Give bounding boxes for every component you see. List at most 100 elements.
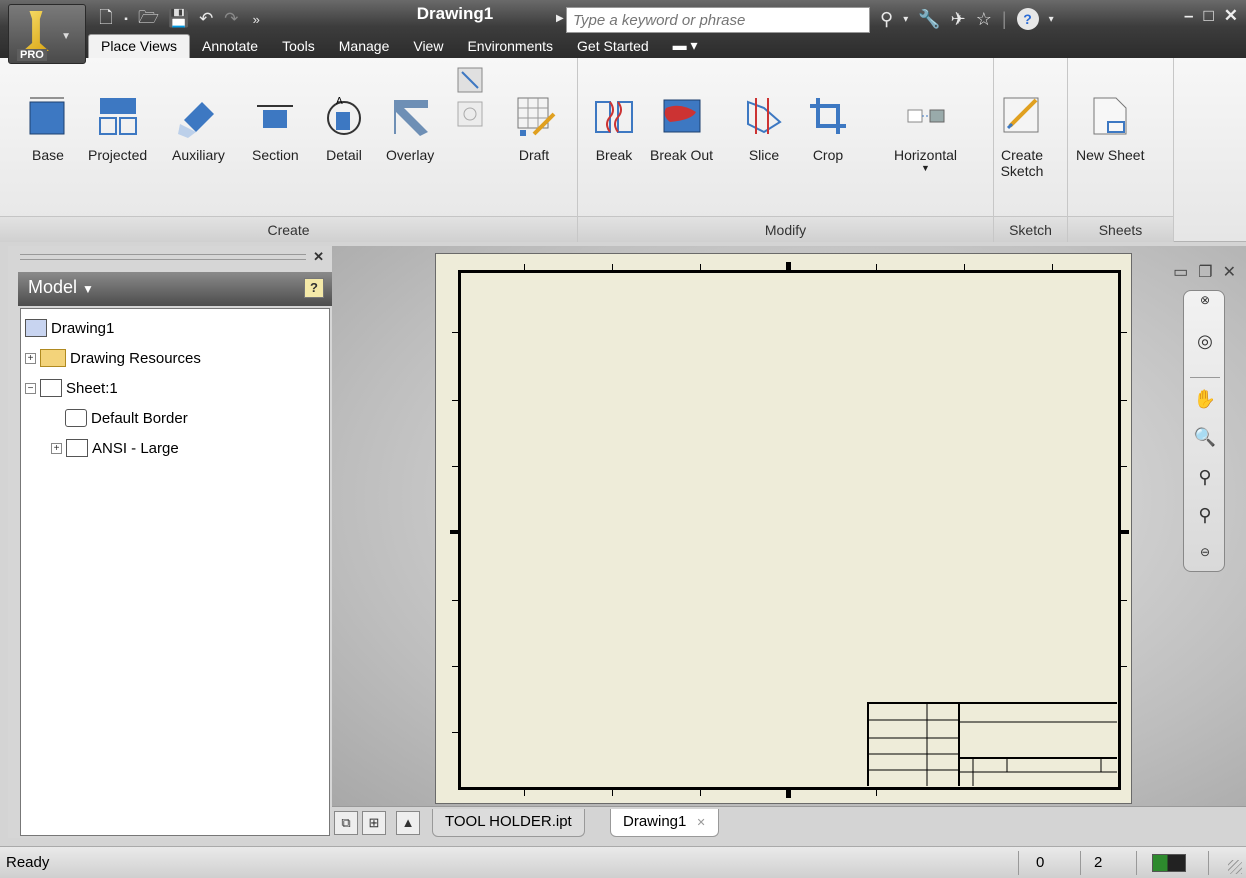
zone-tick bbox=[452, 400, 458, 401]
auxiliary-view-button[interactable]: Auxiliary bbox=[172, 94, 225, 163]
new-icon[interactable]: 🗋 bbox=[98, 5, 114, 34]
document-title: Drawing1 bbox=[416, 4, 494, 23]
wrench-icon[interactable]: 🔧 bbox=[918, 9, 940, 30]
tab-get-started[interactable]: Get Started bbox=[565, 35, 661, 58]
zone-tick bbox=[1052, 264, 1053, 270]
expand-icon[interactable]: + bbox=[25, 352, 36, 364]
slice-button[interactable]: Slice bbox=[742, 94, 786, 163]
tree-node-default-border[interactable]: Default Border bbox=[21, 403, 329, 433]
status-occurrences: 0 bbox=[1036, 854, 1045, 871]
collapse-icon[interactable]: − bbox=[25, 382, 36, 394]
browser-header[interactable]: Model ▼ ? bbox=[18, 272, 332, 306]
new-sheet-button[interactable]: New Sheet bbox=[1076, 94, 1144, 163]
tab-manage[interactable]: Manage bbox=[327, 35, 402, 58]
navbar-options-icon[interactable]: ⊖ bbox=[1192, 545, 1218, 559]
restore-view-icon[interactable]: ❐ bbox=[1198, 262, 1212, 282]
tab-view[interactable]: View bbox=[401, 35, 455, 58]
search-input[interactable] bbox=[566, 7, 870, 33]
pan-hand-icon[interactable]: ✋ bbox=[1192, 389, 1218, 410]
minimize-view-icon[interactable]: ▭ bbox=[1173, 262, 1188, 282]
binoculars-icon[interactable]: ⚲ bbox=[880, 9, 893, 30]
status-text: Ready bbox=[6, 854, 50, 871]
doc-tab-drawing1[interactable]: Drawing1 ✕ bbox=[610, 809, 719, 837]
tree-node-label: Default Border bbox=[91, 409, 188, 427]
modify-panel: Break Break Out Slice Crop Horizontal ▼ … bbox=[578, 58, 994, 242]
zoom-all-icon[interactable]: ⚲ bbox=[1192, 467, 1218, 488]
save-icon[interactable]: 💾 bbox=[168, 9, 189, 29]
dropdown-arrow-icon[interactable]: ▪ bbox=[123, 14, 129, 25]
redo-icon[interactable]: ↷ bbox=[223, 9, 239, 29]
projected-view-icon bbox=[98, 98, 137, 135]
zone-tick bbox=[452, 332, 458, 333]
browser-drag-handle[interactable] bbox=[20, 254, 306, 260]
draft-button[interactable]: Draft bbox=[512, 94, 556, 163]
close-icon[interactable]: ✕ bbox=[1224, 6, 1238, 26]
search-expand-icon[interactable]: ▶ bbox=[556, 13, 564, 24]
tab-tools[interactable]: Tools bbox=[270, 35, 327, 58]
zone-tick bbox=[700, 264, 701, 270]
browser-close-icon[interactable]: ✕ bbox=[313, 249, 324, 265]
info-center: ⚲ ▾ 🔧 ✈ ☆ | ? ▾ bbox=[880, 6, 1054, 32]
detail-view-icon: A bbox=[327, 96, 361, 135]
cascade-windows-icon[interactable]: ⧉ bbox=[334, 811, 358, 835]
tree-node-drawing-resources[interactable]: + Drawing Resources bbox=[21, 343, 329, 373]
zoom-icon[interactable]: 🔍 bbox=[1192, 427, 1218, 448]
tile-windows-icon[interactable]: ⊞ bbox=[362, 811, 386, 835]
zone-tick bbox=[876, 790, 877, 796]
browser-help-icon[interactable]: ? bbox=[304, 278, 324, 298]
zone-tick bbox=[524, 264, 525, 270]
browser-title: Model bbox=[28, 277, 78, 297]
svg-text:A: A bbox=[336, 96, 343, 107]
inventor-logo-icon bbox=[23, 11, 49, 51]
graphics-window[interactable] bbox=[332, 246, 1246, 806]
tab-environments[interactable]: Environments bbox=[455, 35, 565, 58]
expand-icon[interactable]: + bbox=[51, 442, 62, 454]
dropdown-arrow-icon[interactable]: ▾ bbox=[903, 14, 908, 25]
undo-icon[interactable]: ↶ bbox=[198, 9, 214, 29]
zone-tick bbox=[1121, 666, 1127, 667]
zone-tick bbox=[612, 264, 613, 270]
tab-list-up-icon[interactable]: ▲ bbox=[396, 811, 420, 835]
new-sheet-icon bbox=[1093, 97, 1127, 135]
steering-wheel-2d-icon[interactable]: ◎ bbox=[1192, 331, 1218, 352]
resize-grip[interactable] bbox=[1228, 860, 1242, 874]
center-mark bbox=[1121, 530, 1129, 534]
draft-view-small-button[interactable] bbox=[456, 66, 484, 97]
crop-button[interactable]: Crop bbox=[806, 94, 850, 163]
tree-node-sheet[interactable]: − Sheet:1 bbox=[21, 373, 329, 403]
overlay-view-button[interactable]: Overlay bbox=[386, 94, 434, 163]
navbar-close-icon[interactable]: ⊗ bbox=[1192, 293, 1218, 307]
ribbon-options-icon[interactable]: ▬ ▾ bbox=[661, 34, 710, 58]
close-view-icon[interactable]: ✕ bbox=[1223, 262, 1236, 282]
horizontal-button[interactable]: Horizontal ▼ bbox=[894, 94, 957, 173]
break-out-button[interactable]: Break Out bbox=[650, 94, 713, 163]
detail-view-button[interactable]: A Detail bbox=[322, 94, 366, 163]
minimize-icon[interactable]: – bbox=[1184, 6, 1193, 26]
help-icon[interactable]: ? bbox=[1016, 8, 1039, 30]
drawing-file-icon bbox=[25, 319, 47, 337]
maximize-icon[interactable]: □ bbox=[1203, 6, 1213, 26]
doc-tab-tool-holder[interactable]: TOOL HOLDER.ipt bbox=[432, 809, 585, 837]
dropdown-arrow-icon[interactable]: ▾ bbox=[1049, 14, 1054, 25]
zone-tick bbox=[452, 600, 458, 601]
close-tab-icon[interactable]: ✕ bbox=[697, 817, 706, 829]
create-sketch-button[interactable]: Create Sketch bbox=[1000, 94, 1044, 179]
application-menu-button[interactable]: ▼ PRO bbox=[8, 4, 86, 64]
sheets-panel-label: Sheets bbox=[1068, 216, 1173, 242]
tree-node-ansi-large[interactable]: + ANSI - Large bbox=[21, 433, 329, 463]
tab-annotate[interactable]: Annotate bbox=[190, 35, 270, 58]
tab-place-views[interactable]: Place Views bbox=[88, 34, 191, 58]
sheets-panel: New Sheet Sheets bbox=[1068, 58, 1174, 242]
satellite-icon[interactable]: ✈ bbox=[951, 9, 966, 30]
zoom-window-icon[interactable]: ⚲ bbox=[1192, 505, 1218, 526]
drawing-sheet[interactable] bbox=[435, 253, 1132, 804]
more-icon[interactable]: » bbox=[248, 12, 264, 27]
tree-node-drawing[interactable]: Drawing1 bbox=[21, 313, 329, 343]
projected-view-button[interactable]: Projected bbox=[88, 94, 147, 163]
base-view-button[interactable]: Base bbox=[26, 94, 70, 163]
section-view-button[interactable]: Section bbox=[252, 94, 299, 163]
break-button[interactable]: Break bbox=[592, 94, 636, 163]
zone-tick bbox=[524, 790, 525, 796]
open-icon[interactable]: 🗁 bbox=[138, 5, 159, 34]
star-icon[interactable]: ☆ bbox=[976, 9, 992, 30]
